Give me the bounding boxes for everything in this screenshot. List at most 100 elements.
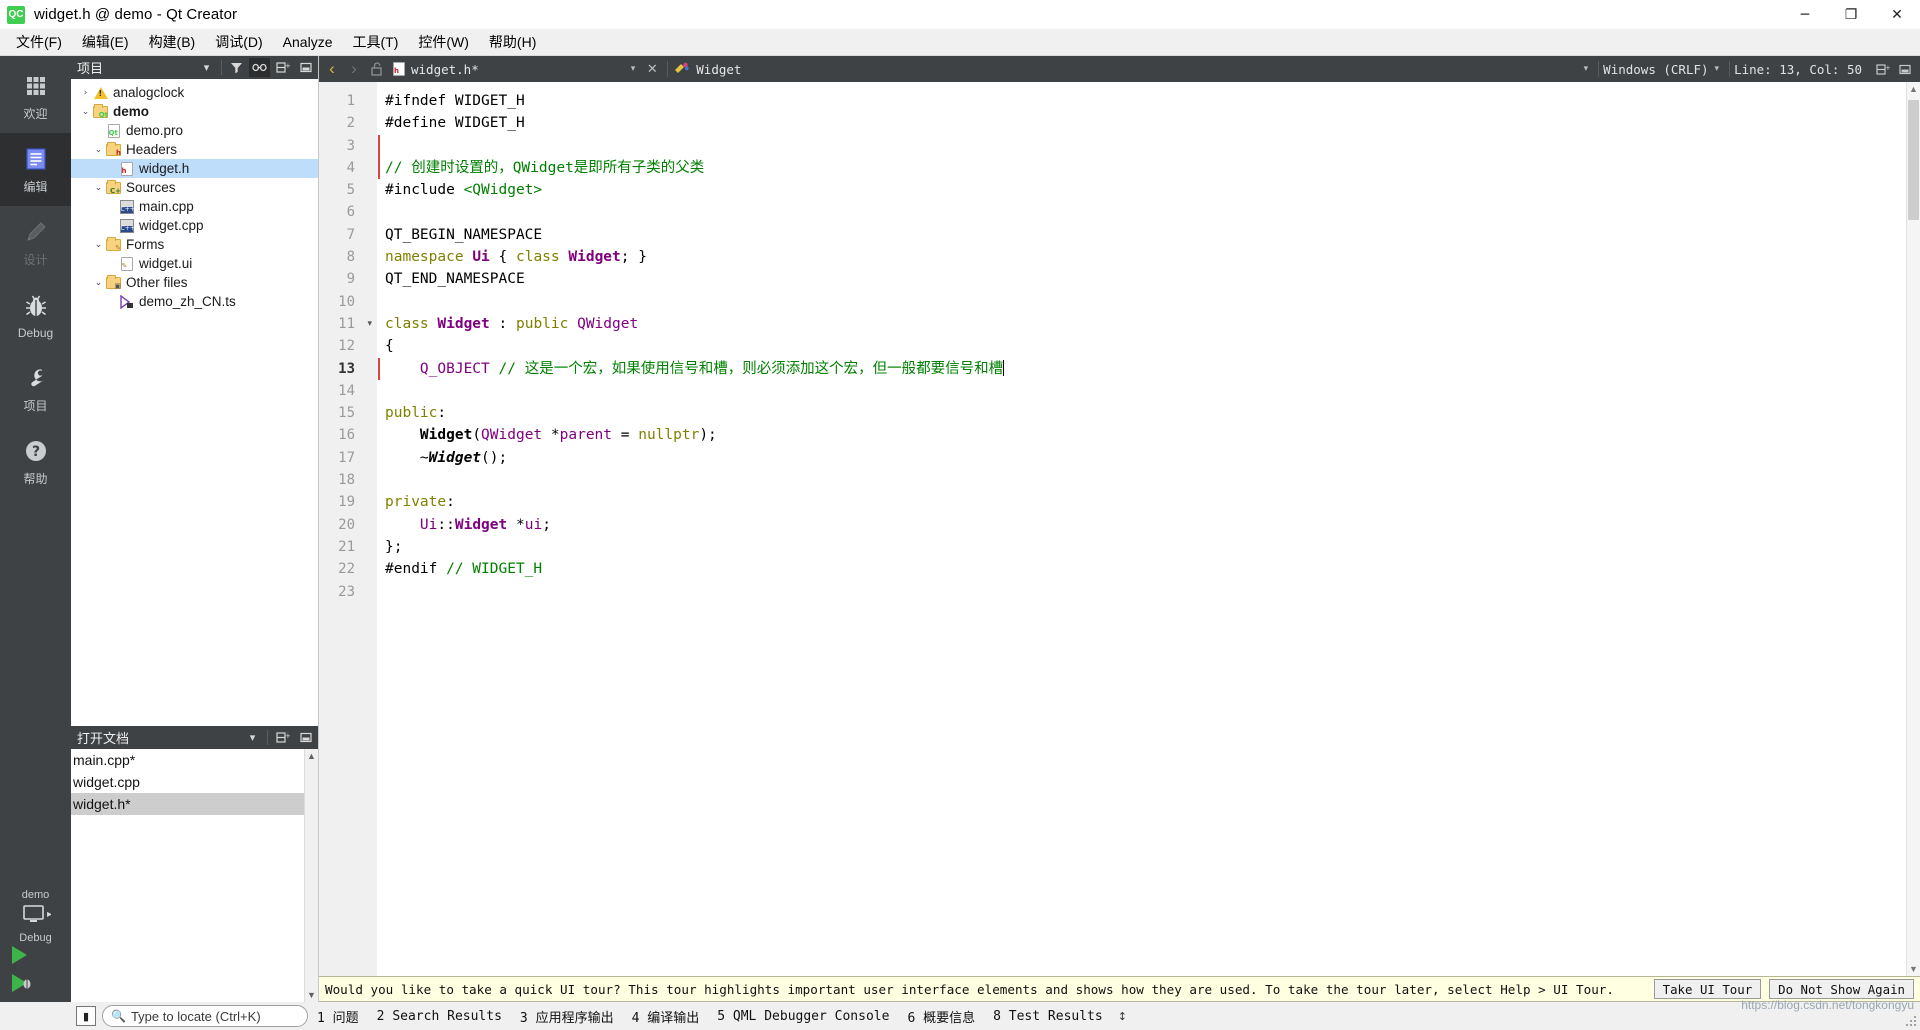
code-content[interactable]: #ifndef WIDGET_H #define WIDGET_H // 创建时设… <box>377 82 1920 976</box>
tree-item-demo[interactable]: ⌄ Qt demo <box>71 102 318 121</box>
line-ending-dropdown-icon[interactable]: ▾ <box>1709 64 1726 74</box>
toggle-sidebar-icon[interactable]: ▮ <box>76 1006 96 1026</box>
editor-scrollbar[interactable]: ▲ ▼ <box>1906 82 1920 976</box>
output-pane-5[interactable]: 5 QML Debugger Console <box>708 1009 898 1024</box>
close-editor-icon[interactable]: ✕ <box>641 58 663 80</box>
menu-window[interactable]: 控件(W) <box>408 29 479 55</box>
output-pane-8[interactable]: 8 Test Results <box>984 1009 1112 1024</box>
code-line[interactable] <box>385 380 1920 402</box>
code-line[interactable]: namespace Ui { class Widget; } <box>385 246 1920 268</box>
chevron-down-icon[interactable]: ⌄ <box>92 145 105 155</box>
symbol-dropdown-icon[interactable]: ▾ <box>1578 64 1595 74</box>
menu-analyze[interactable]: Analyze <box>273 31 343 53</box>
close-dock-icon[interactable] <box>295 728 316 747</box>
file-dropdown-icon[interactable]: ▾ <box>625 64 642 74</box>
run-button[interactable] <box>12 946 27 964</box>
fold-toggle-icon[interactable]: ▾ <box>367 313 372 335</box>
tree-item-widget-h[interactable]: h widget.h <box>71 159 318 178</box>
menu-edit[interactable]: 编辑(E) <box>72 29 139 55</box>
code-line[interactable]: #endif // WIDGET_H <box>385 558 1920 580</box>
nav-forward-button[interactable]: › <box>343 58 365 80</box>
project-tree[interactable]: › analogclock ⌄ Qt demo Qt <box>71 79 318 726</box>
code-line[interactable]: class Widget : public QWidget <box>385 313 1920 335</box>
scroll-down-icon[interactable]: ▼ <box>307 990 316 1000</box>
tree-item-widget-cpp[interactable]: widget.cpp <box>71 216 318 235</box>
split-editor-icon[interactable]: + <box>1872 58 1894 80</box>
mode-design[interactable]: 设计 <box>0 206 71 279</box>
mode-help[interactable]: ? 帮助 <box>0 425 71 498</box>
link-with-editor-icon[interactable] <box>249 58 270 77</box>
scroll-up-icon[interactable]: ▲ <box>307 751 316 761</box>
mode-edit[interactable]: 编辑 <box>0 133 71 206</box>
output-pane-2[interactable]: 2 Search Results <box>368 1009 511 1024</box>
output-pane-updown-icon[interactable]: ↕ <box>1112 1010 1133 1023</box>
code-line[interactable]: #include <QWidget> <box>385 179 1920 201</box>
code-line[interactable]: // 创建时设置的，QWidget是即所有子类的父类 <box>385 157 1920 179</box>
code-line[interactable]: QT_END_NAMESPACE <box>385 268 1920 290</box>
open-documents-scrollbar[interactable]: ▲ ▼ <box>304 749 318 1002</box>
code-line[interactable] <box>385 469 1920 491</box>
mode-debug[interactable]: Debug <box>0 279 71 352</box>
mode-welcome[interactable]: 欢迎 <box>0 60 71 133</box>
code-line[interactable] <box>385 135 1920 157</box>
split-icon[interactable]: + <box>272 728 293 747</box>
chevron-down-icon[interactable]: ⌄ <box>92 240 105 250</box>
output-pane-4[interactable]: 4 编译输出 <box>623 1007 709 1026</box>
kit-selector[interactable]: demo ▸ Debug <box>0 885 71 946</box>
tree-item-analogclock[interactable]: › analogclock <box>71 83 318 102</box>
opendocs-menu-button[interactable]: ▾ <box>242 728 263 747</box>
output-pane-3[interactable]: 3 应用程序输出 <box>511 1007 623 1026</box>
debug-button[interactable] <box>12 974 31 992</box>
code-line[interactable]: QT_BEGIN_NAMESPACE <box>385 224 1920 246</box>
tree-item-other-files[interactable]: ⌄ ▣ Other files <box>71 273 318 292</box>
chevron-down-icon[interactable]: ⌄ <box>92 183 105 193</box>
tree-item-sources[interactable]: ⌄ C+ Sources <box>71 178 318 197</box>
minimize-button[interactable]: ─ <box>1782 0 1828 29</box>
code-line[interactable]: #define WIDGET_H <box>385 112 1920 134</box>
menu-file[interactable]: 文件(F) <box>6 29 72 55</box>
nav-back-button[interactable]: ‹ <box>321 58 343 80</box>
menu-debug[interactable]: 调试(D) <box>205 29 272 55</box>
close-dock-icon[interactable] <box>295 58 316 77</box>
tree-item-headers[interactable]: ⌄ h Headers <box>71 140 318 159</box>
code-line[interactable]: private: <box>385 491 1920 513</box>
tree-item-main-cpp[interactable]: main.cpp <box>71 197 318 216</box>
chevron-down-icon[interactable]: ⌄ <box>92 278 105 288</box>
scroll-up-icon[interactable]: ▲ <box>1909 84 1918 94</box>
resize-grip-icon[interactable] <box>1904 1014 1918 1028</box>
code-editor[interactable]: 1 2 3 4 5 6 7 8 9 10 11 ▾ 12 13 14 15 16 17 18 19 20 21 22 23 #… <box>319 82 1920 976</box>
menu-tools[interactable]: 工具(T) <box>342 29 408 55</box>
code-line[interactable]: ~Widget(); <box>385 447 1920 469</box>
code-line[interactable]: }; <box>385 536 1920 558</box>
symbol-selector[interactable]: Widget <box>672 58 741 80</box>
take-ui-tour-button[interactable]: Take UI Tour <box>1653 979 1762 999</box>
code-line[interactable]: { <box>385 335 1920 357</box>
chevron-right-icon[interactable]: › <box>79 88 92 98</box>
scrollbar-thumb[interactable] <box>1908 100 1919 220</box>
tree-item-demo-pro[interactable]: Qt demo.pro <box>71 121 318 140</box>
do-not-show-again-button[interactable]: Do Not Show Again <box>1769 979 1914 999</box>
code-line[interactable]: #ifndef WIDGET_H <box>385 90 1920 112</box>
chevron-down-icon[interactable]: ⌄ <box>79 107 92 117</box>
dock-menu-button[interactable]: ▾ <box>196 58 217 77</box>
output-pane-6[interactable]: 6 概要信息 <box>898 1007 984 1026</box>
menu-help[interactable]: 帮助(H) <box>479 29 546 55</box>
code-line[interactable]: Q_OBJECT // 这是一个宏，如果使用信号和槽，则必须添加这个宏，但一般都… <box>385 358 1920 380</box>
output-pane-1[interactable]: 1 问题 <box>308 1007 368 1026</box>
code-line[interactable]: public: <box>385 402 1920 424</box>
close-split-icon[interactable] <box>1894 58 1916 80</box>
unlocked-icon[interactable] <box>365 58 387 80</box>
open-documents-list[interactable]: main.cpp* widget.cpp widget.h* ▲ ▼ <box>71 749 318 1002</box>
code-line[interactable] <box>385 291 1920 313</box>
split-icon[interactable]: + <box>272 58 293 77</box>
maximize-button[interactable]: ❐ <box>1828 0 1874 29</box>
tree-item-widget-ui[interactable]: ✎ widget.ui <box>71 254 318 273</box>
code-line[interactable]: Widget(QWidget *parent = nullptr); <box>385 424 1920 446</box>
scroll-down-icon[interactable]: ▼ <box>1909 964 1918 974</box>
line-ending-selector[interactable]: Windows (CRLF) <box>1603 62 1708 77</box>
mode-projects[interactable]: 项目 <box>0 352 71 425</box>
tree-item-forms[interactable]: ⌄ ✎ Forms <box>71 235 318 254</box>
menu-build[interactable]: 构建(B) <box>139 29 206 55</box>
locator-input[interactable]: 🔍 Type to locate (Ctrl+K) <box>102 1005 308 1027</box>
tree-item-demo-zh-cn-ts[interactable]: demo_zh_CN.ts <box>71 292 318 311</box>
